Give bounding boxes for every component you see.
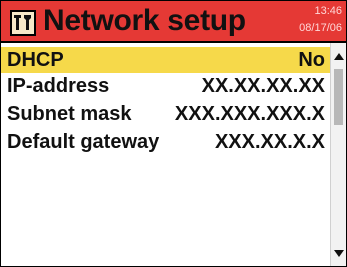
clock-time: 13:46 bbox=[314, 5, 342, 17]
setting-label: DHCP bbox=[7, 49, 64, 71]
setting-row-default-gateway[interactable]: Default gateway XXX.XX.X.X bbox=[1, 129, 331, 155]
settings-tools-icon bbox=[10, 10, 36, 36]
title-bar: Network setup 13:46 08/17/06 bbox=[1, 1, 346, 43]
settings-list: DHCP No IP-address XX.XX.XX.XX Subnet ma… bbox=[1, 43, 331, 266]
setting-row-subnet-mask[interactable]: Subnet mask XXX.XXX.XXX.X bbox=[1, 101, 331, 127]
page-title: Network setup bbox=[43, 4, 246, 37]
scroll-up-arrow-icon[interactable] bbox=[332, 49, 346, 63]
setting-value: No bbox=[298, 49, 325, 71]
network-setup-screen: Network setup 13:46 08/17/06 DHCP No IP-… bbox=[0, 0, 347, 267]
scroll-thumb[interactable] bbox=[334, 69, 343, 125]
clock-date: 08/17/06 bbox=[299, 22, 342, 34]
setting-value: XXX.XX.X.X bbox=[214, 131, 325, 153]
scrollbar[interactable] bbox=[330, 43, 346, 266]
setting-label: Subnet mask bbox=[7, 103, 132, 125]
setting-label: IP-address bbox=[7, 75, 110, 97]
setting-label: Default gateway bbox=[7, 131, 160, 153]
setting-row-ip-address[interactable]: IP-address XX.XX.XX.XX bbox=[1, 73, 331, 99]
setting-value: XX.XX.XX.XX bbox=[201, 75, 325, 97]
setting-value: XXX.XXX.XXX.X bbox=[174, 103, 325, 125]
setting-row-dhcp[interactable]: DHCP No bbox=[1, 47, 331, 73]
scroll-down-arrow-icon[interactable] bbox=[332, 246, 346, 260]
